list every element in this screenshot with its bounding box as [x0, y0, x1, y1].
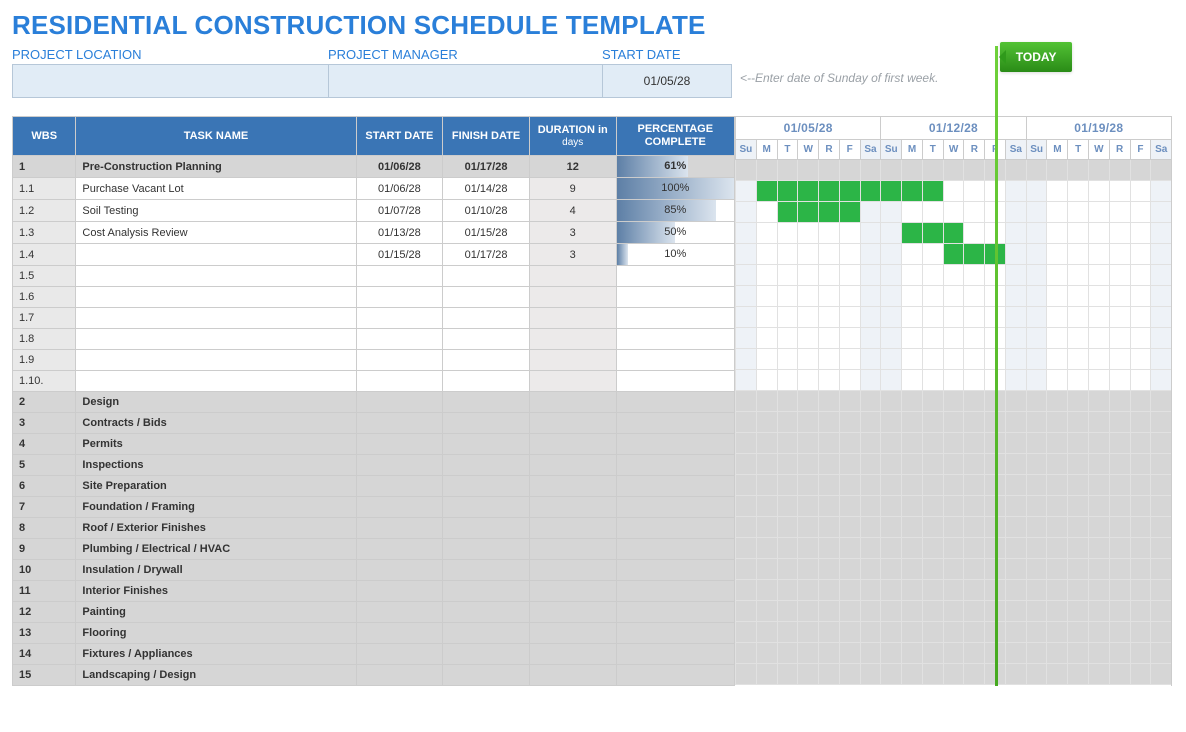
- start-date-label: START DATE: [602, 45, 732, 64]
- table-row[interactable]: 1.6: [13, 287, 735, 308]
- table-row[interactable]: 13Flooring: [13, 623, 735, 644]
- table-row[interactable]: 8Roof / Exterior Finishes: [13, 518, 735, 539]
- gantt-row[interactable]: [735, 517, 1171, 538]
- table-row[interactable]: 15Landscaping / Design: [13, 665, 735, 686]
- gantt-day-header: Sa: [1150, 140, 1171, 160]
- table-row[interactable]: 11Interior Finishes: [13, 581, 735, 602]
- today-flag: TODAY: [1000, 42, 1072, 72]
- table-row[interactable]: 4Permits: [13, 434, 735, 455]
- gantt-week-header: 01/05/28: [735, 117, 880, 140]
- gantt-day-header: R: [1109, 140, 1130, 160]
- table-row[interactable]: 1Pre-Construction Planning01/06/2801/17/…: [13, 156, 735, 178]
- gantt-row[interactable]: [735, 559, 1171, 580]
- table-row[interactable]: 1.10.: [13, 371, 735, 392]
- gantt-day-header: Su: [735, 140, 756, 160]
- gantt-row[interactable]: [735, 202, 1171, 223]
- gantt-day-header: Sa: [860, 140, 881, 160]
- gantt-row[interactable]: [735, 580, 1171, 601]
- gantt-week-header: 01/19/28: [1026, 117, 1171, 140]
- gantt-row[interactable]: [735, 349, 1171, 370]
- gantt-row[interactable]: [735, 412, 1171, 433]
- col-duration[interactable]: DURATION indays: [529, 117, 616, 156]
- gantt-row[interactable]: [735, 496, 1171, 517]
- gantt-day-header: T: [922, 140, 943, 160]
- table-row[interactable]: 9Plumbing / Electrical / HVAC: [13, 539, 735, 560]
- table-row[interactable]: 12Painting: [13, 602, 735, 623]
- gantt-day-header: M: [756, 140, 777, 160]
- table-row[interactable]: 5Inspections: [13, 455, 735, 476]
- start-date-hint: <--Enter date of Sunday of first week.: [740, 71, 938, 85]
- table-row[interactable]: 2Design: [13, 392, 735, 413]
- table-row[interactable]: 1.1Purchase Vacant Lot01/06/2801/14/2891…: [13, 178, 735, 200]
- gantt-row[interactable]: [735, 601, 1171, 622]
- table-row[interactable]: 6Site Preparation: [13, 476, 735, 497]
- table-row[interactable]: 1.2Soil Testing01/07/2801/10/28485%: [13, 200, 735, 222]
- gantt-row[interactable]: [735, 643, 1171, 664]
- project-location-input[interactable]: [12, 64, 328, 98]
- gantt-row[interactable]: [735, 475, 1171, 496]
- today-line: [995, 46, 998, 686]
- page-title: RESIDENTIAL CONSTRUCTION SCHEDULE TEMPLA…: [12, 10, 1174, 41]
- table-row[interactable]: 3Contracts / Bids: [13, 413, 735, 434]
- col-finish[interactable]: FINISH DATE: [443, 117, 530, 156]
- gantt-row[interactable]: [735, 160, 1171, 181]
- gantt-row[interactable]: [735, 265, 1171, 286]
- gantt-row[interactable]: [735, 622, 1171, 643]
- table-row[interactable]: 14Fixtures / Appliances: [13, 644, 735, 665]
- start-date-input[interactable]: 01/05/28: [602, 64, 732, 98]
- gantt-day-header: M: [1046, 140, 1067, 160]
- table-row[interactable]: 1.5: [13, 266, 735, 287]
- gantt-day-header: Sa: [1005, 140, 1026, 160]
- gantt-day-header: R: [818, 140, 839, 160]
- gantt-row[interactable]: [735, 664, 1171, 685]
- gantt-row[interactable]: [735, 286, 1171, 307]
- gantt-day-header: Su: [1026, 140, 1047, 160]
- gantt-row[interactable]: [735, 181, 1171, 202]
- table-row[interactable]: 7Foundation / Framing: [13, 497, 735, 518]
- project-manager-input[interactable]: [328, 64, 602, 98]
- gantt-day-header: F: [1130, 140, 1151, 160]
- gantt-day-header: W: [797, 140, 818, 160]
- table-row[interactable]: 1.9: [13, 350, 735, 371]
- gantt-day-header: W: [943, 140, 964, 160]
- gantt-chart[interactable]: 01/05/2801/12/2801/19/28 SuMTWRFSaSuMTWR…: [735, 116, 1172, 686]
- gantt-row[interactable]: [735, 538, 1171, 559]
- gantt-day-header: M: [901, 140, 922, 160]
- gantt-week-header: 01/12/28: [880, 117, 1025, 140]
- col-percent[interactable]: PERCENTAGE COMPLETE: [616, 117, 734, 156]
- gantt-row[interactable]: [735, 370, 1171, 391]
- gantt-row[interactable]: [735, 391, 1171, 412]
- col-task[interactable]: TASK NAME: [76, 117, 356, 156]
- gantt-row[interactable]: [735, 244, 1171, 265]
- gantt-day-header: T: [777, 140, 798, 160]
- gantt-day-header: R: [963, 140, 984, 160]
- gantt-row[interactable]: [735, 328, 1171, 349]
- table-row[interactable]: 10Insulation / Drywall: [13, 560, 735, 581]
- project-manager-label: PROJECT MANAGER: [328, 45, 602, 64]
- task-table[interactable]: WBS TASK NAME START DATE FINISH DATE DUR…: [12, 116, 735, 686]
- project-location-label: PROJECT LOCATION: [12, 45, 328, 64]
- gantt-row[interactable]: [735, 307, 1171, 328]
- gantt-day-header: Su: [880, 140, 901, 160]
- table-row[interactable]: 1.3Cost Analysis Review01/13/2801/15/283…: [13, 222, 735, 244]
- table-row[interactable]: 1.401/15/2801/17/28310%: [13, 244, 735, 266]
- table-row[interactable]: 1.8: [13, 329, 735, 350]
- gantt-row[interactable]: [735, 454, 1171, 475]
- gantt-row[interactable]: [735, 433, 1171, 454]
- gantt-day-header: F: [839, 140, 860, 160]
- table-row[interactable]: 1.7: [13, 308, 735, 329]
- gantt-day-header: W: [1088, 140, 1109, 160]
- gantt-row[interactable]: [735, 223, 1171, 244]
- col-start[interactable]: START DATE: [356, 117, 443, 156]
- gantt-day-header: T: [1067, 140, 1088, 160]
- col-wbs[interactable]: WBS: [13, 117, 76, 156]
